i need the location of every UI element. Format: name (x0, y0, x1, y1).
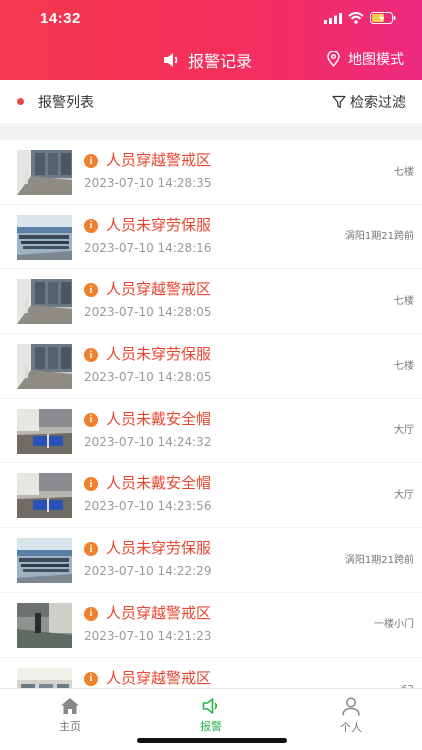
speaker-icon (164, 53, 178, 67)
alarm-snapshot-thumbnail[interactable] (17, 602, 72, 648)
alarm-list-item[interactable]: i 人员未穿劳保服 2023-07-10 14:28:05 七楼 (0, 334, 422, 399)
location-pin-icon (327, 51, 340, 67)
warning-info-icon: i (84, 348, 98, 363)
alarm-location: 大厅 (394, 489, 414, 501)
alarm-location: 七楼 (394, 166, 414, 178)
app-header: 14:32 报警记录 地图模式 (0, 0, 422, 80)
home-indicator (137, 738, 287, 743)
alarm-time: 2023-07-10 14:28:35 (84, 176, 212, 190)
alarm-snapshot-thumbnail[interactable] (17, 344, 72, 390)
alarm-location: 一楼小门 (374, 619, 414, 631)
tab-home-label: 主页 (59, 720, 81, 733)
alarm-time: 2023-07-10 14:28:05 (84, 305, 212, 320)
alarm-snapshot-thumbnail[interactable] (17, 150, 72, 195)
alarm-time: 2023-07-10 14:21:23 (84, 628, 212, 643)
signal-icon (324, 12, 342, 24)
warning-info-icon: i (84, 606, 98, 621)
home-icon (61, 698, 79, 714)
alarm-location: 大厅 (394, 425, 414, 437)
wifi-icon (348, 12, 364, 24)
tab-profile[interactable]: 个人 (311, 697, 391, 735)
alarm-type: 人员穿越警戒区 (106, 151, 212, 169)
alarm-list-item[interactable]: i 人员未戴安全帽 2023-07-10 14:24:32 大厅 (0, 398, 422, 464)
warning-info-icon: i (84, 283, 98, 298)
alarm-location: 七楼 (394, 295, 414, 307)
status-time: 14:32 (40, 10, 81, 27)
alarm-list-item[interactable]: i 人员穿越警戒区 2023-07-10 14:21:23 一楼小门 (0, 592, 422, 658)
warning-info-icon: i (84, 671, 98, 686)
alarm-time: 2023-07-10 14:28:05 (84, 370, 212, 385)
alarm-type: 人员未穿劳保服 (106, 345, 212, 364)
alarm-type: 人员未戴安全帽 (106, 409, 212, 428)
speaker-icon (202, 698, 218, 714)
alarm-snapshot-thumbnail[interactable] (17, 473, 72, 519)
warning-info-icon: i (84, 542, 98, 557)
warning-info-icon: i (84, 412, 98, 427)
tab-alarm[interactable]: 报警 (171, 697, 251, 734)
list-indicator-dot (17, 98, 24, 105)
alarm-list-item[interactable]: i 人员未穿劳保服 2023-07-10 14:28:16 涡阳1期21跨前 (0, 204, 422, 270)
alarm-list-title: 报警列表 (38, 95, 94, 111)
alarm-location: 62 (344, 658, 414, 688)
alarm-snapshot-thumbnail[interactable] (17, 279, 72, 325)
alarm-time: 2023-07-10 14:24:32 (84, 434, 212, 449)
alarm-location: 七楼 (394, 360, 414, 372)
alarm-list: i 人员穿越警戒区 2023-07-10 14:28:35 七楼 i 人员未穿劳保服 202… (0, 140, 422, 688)
alarm-snapshot-thumbnail[interactable] (17, 667, 72, 688)
alarm-type: 人员未戴安全帽 (106, 474, 212, 493)
section-divider (0, 126, 422, 140)
alarm-type: 人员未穿劳保服 (106, 539, 212, 558)
status-icons (324, 12, 396, 24)
warning-info-icon: i (84, 477, 98, 492)
alarm-location: 涡阳1期21跨前 (344, 554, 414, 566)
tab-home[interactable]: 主页 (30, 697, 110, 734)
tab-alarm-label: 报警 (200, 720, 222, 733)
alarm-snapshot-thumbnail[interactable] (17, 408, 72, 454)
page-title-text: 报警记录 (188, 52, 253, 71)
alarm-time: 2023-07-10 14:28:16 (84, 240, 212, 255)
alarm-snapshot-thumbnail[interactable] (17, 214, 72, 260)
filter-icon (332, 95, 346, 109)
alarm-location: 涡阳1期21跨前 (344, 231, 414, 243)
map-mode-button[interactable]: 地图模式 (327, 49, 404, 69)
alarm-list-item[interactable]: i 人员穿越警戒区 2023-07-10 14:28:35 七楼 (0, 140, 422, 205)
battery-charging-icon (370, 12, 396, 24)
search-filter-label: 检索过滤 (350, 95, 406, 111)
alarm-type: 人员穿越警戒区 (106, 280, 212, 299)
search-filter-button[interactable]: 检索过滤 (332, 92, 406, 112)
alarm-time: 2023-07-10 14:22:29 (84, 564, 212, 579)
page-title: 报警记录 (162, 48, 252, 72)
status-bar: 14:32 (0, 0, 422, 38)
warning-info-icon: i (84, 154, 98, 168)
map-mode-label: 地图模式 (348, 52, 404, 68)
alarm-list-item[interactable]: i 人员穿越警戒区 2023-07-10 14:28:05 七楼 (0, 269, 422, 335)
alarm-snapshot-thumbnail[interactable] (17, 538, 72, 584)
alarm-type: 人员未穿劳保服 (106, 215, 212, 234)
warning-info-icon: i (84, 218, 98, 233)
alarm-list-item[interactable]: i 人员未戴安全帽 2023-07-10 14:23:56 大厅 (0, 463, 422, 529)
alarm-type: 人员穿越警戒区 (106, 603, 212, 622)
alarm-list-item[interactable]: i 人员穿越警戒区 62 (0, 657, 422, 688)
person-icon (342, 697, 360, 716)
tab-profile-label: 个人 (340, 721, 362, 734)
alarm-time: 2023-07-10 14:23:56 (84, 499, 212, 514)
alarm-list-item[interactable]: i 人员未穿劳保服 2023-07-10 14:22:29 涡阳1期21跨前 (0, 528, 422, 593)
alarm-type: 人员穿越警戒区 (106, 668, 212, 687)
